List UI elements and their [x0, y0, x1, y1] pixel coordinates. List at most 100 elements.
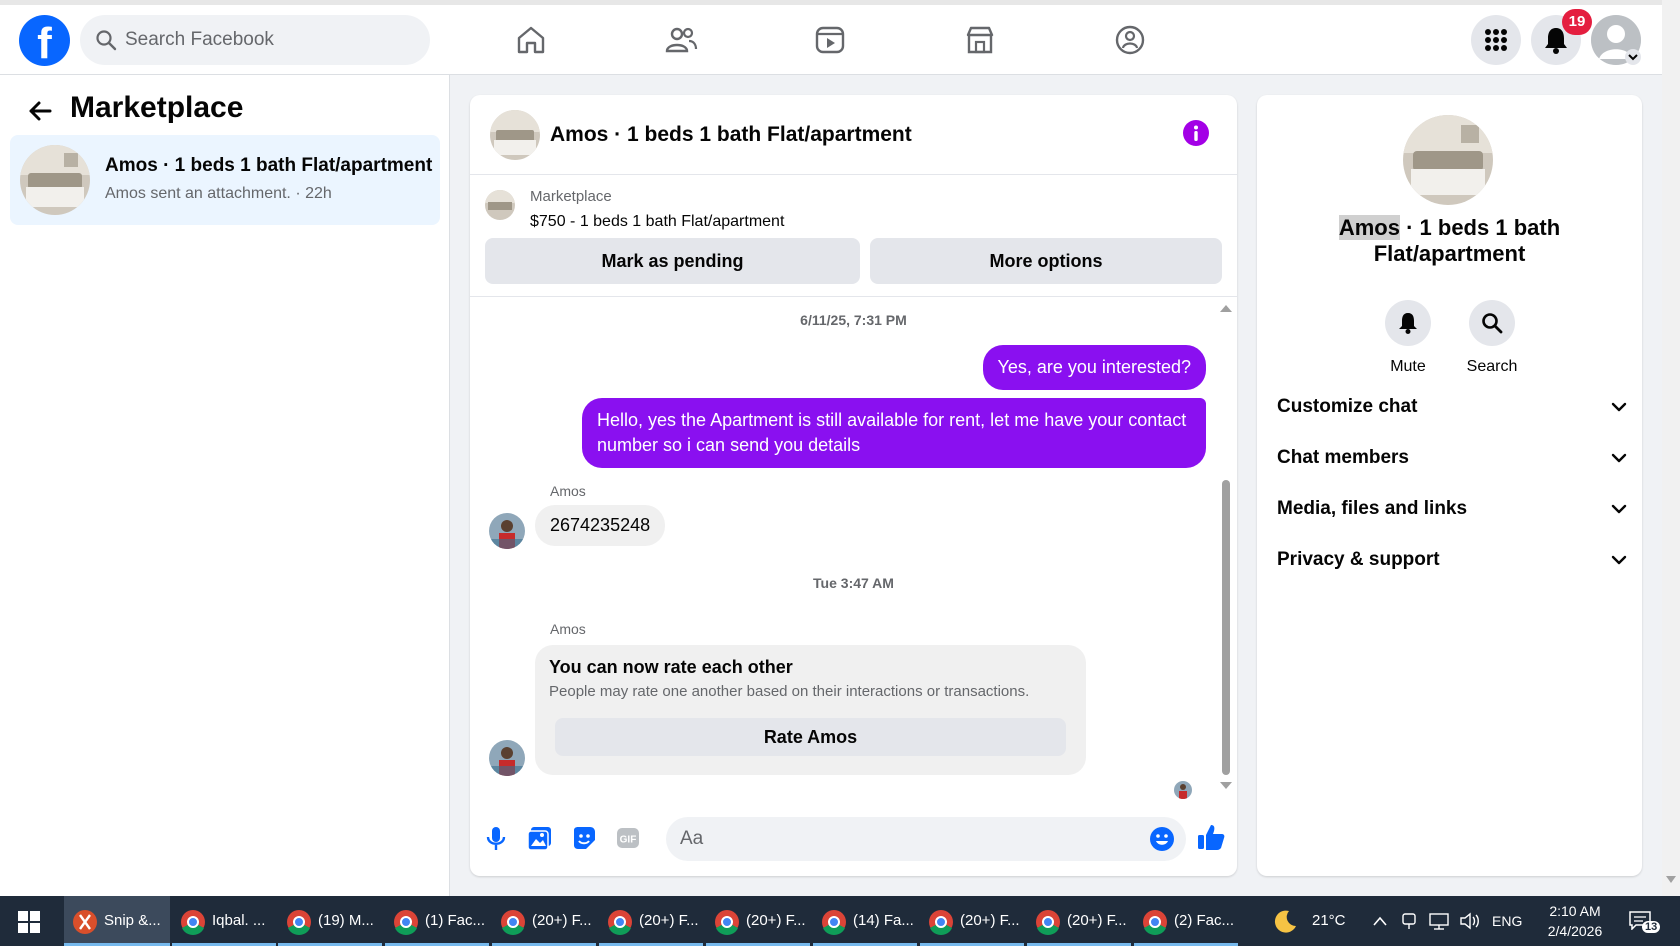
- taskbar-label: (20+) F...: [639, 912, 699, 929]
- search-label: Search: [1466, 358, 1518, 375]
- like-icon[interactable]: [1196, 822, 1226, 852]
- chat-title[interactable]: Amos · 1 beds 1 bath Flat/apartment: [550, 123, 912, 147]
- rate-button[interactable]: Rate Amos: [555, 718, 1066, 756]
- more-options-button[interactable]: More options: [870, 238, 1222, 284]
- chevron-down-icon: [1611, 555, 1627, 565]
- facebook-logo-icon[interactable]: f: [19, 15, 70, 66]
- timestamp: 6/11/25, 7:31 PM: [800, 312, 907, 328]
- network-icon[interactable]: [1428, 911, 1450, 931]
- search-action[interactable]: Search: [1452, 300, 1532, 376]
- bell-icon: [1399, 313, 1417, 334]
- privacy-support-row[interactable]: Privacy & support: [1277, 540, 1627, 580]
- listing-small-thumbnail[interactable]: [485, 190, 515, 220]
- clock[interactable]: 2:10 AM 2/4/2026: [1540, 901, 1610, 946]
- chrome-icon: [501, 910, 525, 935]
- conversation-name-line2: Flat/apartment: [1373, 241, 1526, 266]
- gif-icon[interactable]: GIF: [614, 824, 642, 852]
- home-icon[interactable]: [514, 23, 548, 57]
- taskbar-item[interactable]: (20+) F...: [492, 896, 596, 946]
- outgoing-message[interactable]: Yes, are you interested?: [982, 345, 1206, 390]
- sender-name: Amos: [550, 483, 586, 499]
- emoji-icon[interactable]: [1149, 826, 1175, 852]
- back-arrow-icon[interactable]: [26, 97, 54, 125]
- page-scrollbar[interactable]: [1662, 0, 1680, 896]
- sticker-icon[interactable]: [570, 824, 598, 852]
- meet-icon[interactable]: [1400, 911, 1418, 931]
- video-icon[interactable]: [813, 23, 847, 57]
- message-input[interactable]: Aa: [666, 817, 1186, 861]
- photo-icon[interactable]: [526, 824, 554, 852]
- rate-card-subtitle: People may rate one another based on the…: [549, 683, 1030, 700]
- search-button[interactable]: [1469, 300, 1515, 346]
- chat-members-row[interactable]: Chat members: [1277, 438, 1627, 478]
- taskbar-label: Snip &...: [104, 912, 161, 929]
- chrome-icon: [181, 910, 205, 935]
- timestamp: Tue 3:47 AM: [813, 575, 894, 591]
- chevron-down-icon: [1611, 402, 1627, 412]
- mark-as-pending-button[interactable]: Mark as pending: [485, 238, 860, 284]
- taskbar-item[interactable]: (2) Fac...: [1134, 896, 1238, 946]
- chrome-icon: [822, 910, 846, 935]
- mute-action[interactable]: Mute: [1368, 300, 1448, 376]
- sender-avatar[interactable]: [489, 740, 525, 776]
- clock-time: 2:10 AM: [1549, 903, 1601, 919]
- taskbar-label: (14) Fa...: [853, 912, 914, 929]
- outgoing-message[interactable]: Hello, yes the Apartment is still availa…: [582, 398, 1206, 468]
- conversation-name: Amos · 1 beds 1 bath Flat/apartment: [1257, 215, 1642, 267]
- chevron-down-icon: [1625, 49, 1641, 65]
- chrome-icon: [929, 910, 953, 935]
- volume-icon[interactable]: [1459, 911, 1481, 931]
- search-input[interactable]: Search Facebook: [80, 15, 430, 65]
- menu-button[interactable]: [1471, 15, 1521, 65]
- message-placeholder: Aa: [680, 828, 704, 849]
- conversation-avatar[interactable]: [1403, 115, 1493, 205]
- weather-temp[interactable]: 21°C: [1312, 912, 1346, 946]
- taskbar-item[interactable]: (19) M...: [278, 896, 382, 946]
- groups-icon[interactable]: [1113, 23, 1147, 57]
- sender-avatar[interactable]: [489, 513, 525, 549]
- friends-icon[interactable]: [664, 23, 698, 57]
- microphone-icon[interactable]: [482, 824, 510, 852]
- chrome-icon: [715, 910, 739, 935]
- listing-label: Marketplace: [530, 188, 612, 205]
- taskbar-label: (20+) F...: [1067, 912, 1127, 929]
- taskbar-item[interactable]: (20+) F...: [706, 896, 810, 946]
- search-icon: [1482, 313, 1503, 334]
- account-avatar[interactable]: [1591, 15, 1641, 65]
- notification-center-button[interactable]: 13: [1628, 908, 1662, 936]
- notification-count-badge: 19: [1562, 9, 1592, 35]
- row-label: Media, files and links: [1277, 498, 1468, 519]
- language-indicator[interactable]: ENG: [1492, 913, 1522, 946]
- taskbar-item[interactable]: (14) Fa...: [813, 896, 917, 946]
- chrome-icon: [287, 910, 311, 935]
- scroll-down-arrow-icon[interactable]: [1666, 876, 1676, 884]
- page-title: Marketplace: [70, 91, 244, 124]
- taskbar-item[interactable]: (20+) F...: [1027, 896, 1131, 946]
- incoming-message[interactable]: 2674235248: [535, 505, 666, 546]
- taskbar-label: (20+) F...: [532, 912, 592, 929]
- scroll-up-arrow-icon[interactable]: [1219, 303, 1233, 313]
- marketplace-icon[interactable]: [963, 23, 997, 57]
- media-files-links-row[interactable]: Media, files and links: [1277, 489, 1627, 529]
- taskbar-item[interactable]: (1) Fac...: [385, 896, 489, 946]
- marketplace-sidebar: Marketplace Amos · 1 beds 1 bath Flat/ap…: [0, 75, 450, 896]
- windows-start-icon[interactable]: [18, 911, 40, 933]
- info-icon[interactable]: [1183, 120, 1209, 146]
- chevron-down-icon: [1611, 504, 1627, 514]
- listing-detail[interactable]: $750 - 1 beds 1 bath Flat/apartment: [530, 213, 784, 231]
- chrome-icon: [1036, 910, 1060, 935]
- scroll-down-arrow-icon[interactable]: [1219, 781, 1233, 791]
- search-placeholder: Search Facebook: [125, 29, 274, 50]
- conversation-item[interactable]: Amos · 1 beds 1 bath Flat/apartment Amos…: [10, 135, 440, 225]
- taskbar-item[interactable]: (20+) F...: [920, 896, 1024, 946]
- moon-weather-icon[interactable]: [1272, 908, 1298, 934]
- customize-chat-row[interactable]: Customize chat: [1277, 387, 1627, 427]
- chevron-up-icon[interactable]: [1372, 915, 1388, 927]
- chat-avatar[interactable]: [490, 110, 540, 160]
- taskbar-item[interactable]: (20+) F...: [599, 896, 703, 946]
- chat-scrollbar[interactable]: [1222, 480, 1230, 775]
- svg-text:GIF: GIF: [620, 835, 637, 846]
- taskbar-item[interactable]: Iqbal. ...: [172, 896, 276, 946]
- mute-button[interactable]: [1385, 300, 1431, 346]
- taskbar-item[interactable]: Snip &...: [64, 896, 170, 946]
